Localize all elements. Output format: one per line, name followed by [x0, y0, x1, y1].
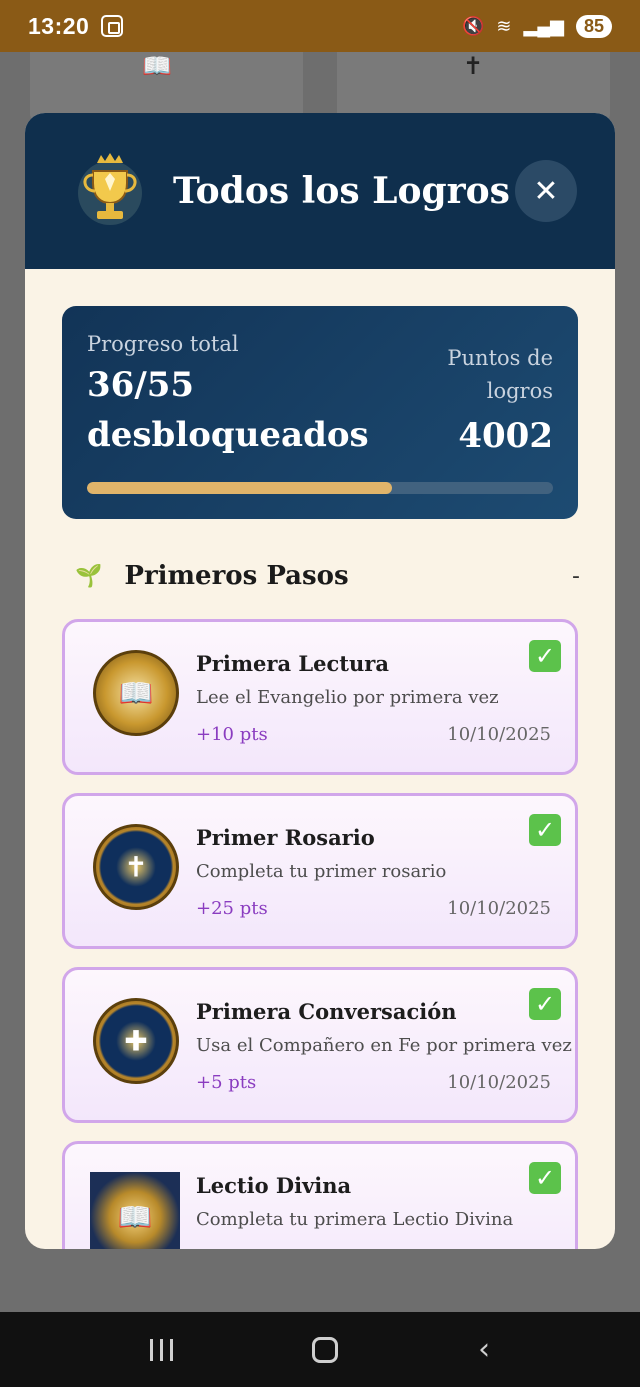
status-bar: 13:20 🔇 ≋ ▂▄▆ 85 [0, 0, 640, 52]
achievement-points: +25 pts [196, 898, 268, 919]
points-value: 4002 [458, 416, 553, 456]
progress-bar [87, 482, 553, 494]
points-label: Puntos de logros [447, 346, 553, 403]
sprout-icon: 🌱 [75, 563, 103, 589]
achievement-description: Usa el Compañero en Fe por primera vez [196, 1035, 572, 1056]
achievement-title: Primer Rosario [196, 825, 375, 850]
close-button[interactable]: ✕ [515, 160, 577, 222]
achievement-description: Completa tu primera Lectio Divina [196, 1209, 514, 1230]
book-icon: 📖 [142, 52, 172, 80]
progress-card: Progreso total 36/55 desbloqueados Punto… [62, 306, 578, 519]
chat-medal-icon: ✚ [93, 998, 179, 1084]
screenshot-icon [101, 15, 124, 37]
wifi-icon: ≋ [496, 15, 512, 36]
achievement-title: Lectio Divina [196, 1173, 352, 1198]
cross-icon: ✝ [463, 52, 484, 80]
achievement-card[interactable]: 📖 Primera Lectura Lee el Evangelio por p… [62, 619, 578, 775]
bible-medal-icon: 📖 [93, 650, 179, 736]
recents-button[interactable] [149, 1338, 173, 1361]
signal-icon: ▂▄▆ [523, 15, 564, 36]
achievement-card[interactable]: 📖 Lectio Divina Completa tu primera Lect… [62, 1141, 578, 1249]
trophy-icon [78, 153, 142, 225]
back-button[interactable]: ‹ [478, 1332, 490, 1367]
battery-level: 85 [575, 14, 612, 38]
achievements-modal: Todos los Logros ✕ Progreso total 36/55 … [25, 113, 615, 1249]
progress-bar-fill [87, 482, 393, 494]
check-icon: ✓ [529, 814, 561, 846]
points-block: Puntos de logros 4002 [413, 342, 553, 456]
modal-header: Todos los Logros ✕ [25, 113, 615, 269]
achievement-description: Completa tu primer rosario [196, 861, 447, 882]
background-card: ✝ [337, 52, 610, 122]
collapse-toggle[interactable]: - [572, 564, 580, 589]
status-time: 13:20 [28, 12, 90, 39]
achievement-points: +5 pts [196, 1072, 257, 1093]
achievement-date: 10/10/2025 [447, 898, 551, 919]
home-button[interactable] [312, 1336, 339, 1363]
check-icon: ✓ [529, 1162, 561, 1194]
mute-icon: 🔇 [462, 15, 485, 36]
status-icons: 🔇 ≋ ▂▄▆ 85 [462, 14, 612, 38]
check-icon: ✓ [529, 640, 561, 672]
achievement-title: Primera Conversación [196, 999, 457, 1024]
achievement-card[interactable]: ✚ Primera Conversación Usa el Compañero … [62, 967, 578, 1123]
achievement-title: Primera Lectura [196, 651, 389, 676]
modal-title: Todos los Logros [173, 170, 510, 212]
achievement-card[interactable]: ✝ Primer Rosario Completa tu primer rosa… [62, 793, 578, 949]
achievement-date: 10/10/2025 [447, 724, 551, 745]
section-header[interactable]: 🌱 Primeros Pasos - [75, 561, 580, 591]
check-icon: ✓ [529, 988, 561, 1020]
achievement-points: +10 pts [196, 724, 268, 745]
achievement-description: Lee el Evangelio por primera vez [196, 687, 499, 708]
achievement-date: 10/10/2025 [447, 1072, 551, 1093]
background-card: 📖 [30, 52, 303, 122]
lectio-medal-icon: 📖 [90, 1172, 180, 1249]
section-title: Primeros Pasos [124, 561, 349, 591]
cross-medal-icon: ✝ [93, 824, 179, 910]
navigation-bar: ‹ [0, 1312, 640, 1387]
